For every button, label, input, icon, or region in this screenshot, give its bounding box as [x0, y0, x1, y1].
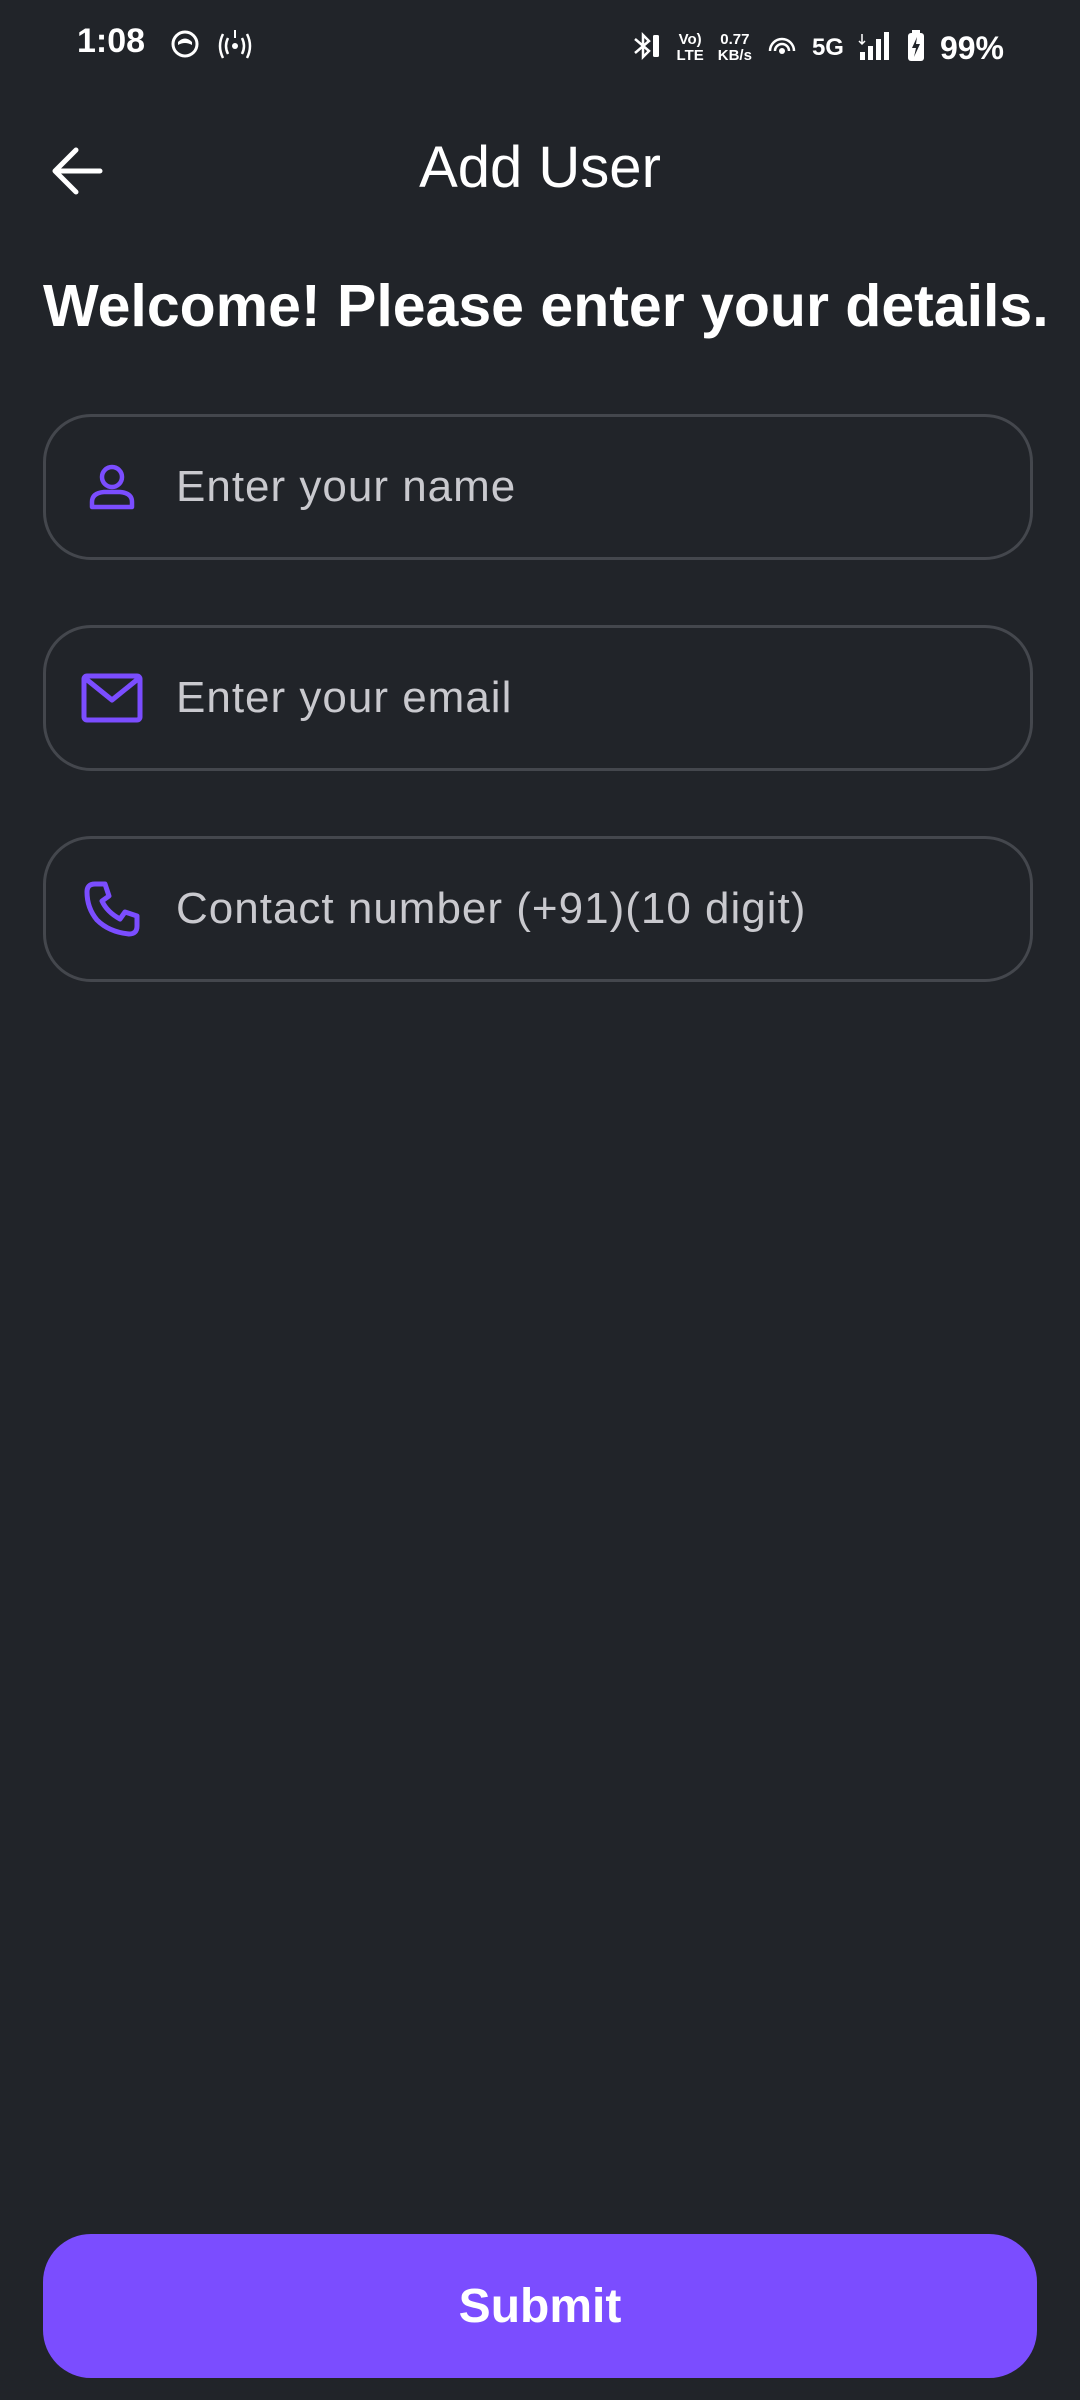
- email-input[interactable]: [176, 628, 1000, 768]
- app-notification-icon: [170, 29, 200, 64]
- network-speed: 0.77 KB/s: [718, 32, 752, 64]
- network-type: 5G: [811, 34, 844, 61]
- status-bar: 1:08 Vo) LTE 0.77 KB/s 5G 99%: [0, 0, 1080, 96]
- phone-icon: [80, 877, 144, 941]
- volte-top-text: Vo): [678, 31, 702, 48]
- status-left-icons: [170, 28, 254, 65]
- battery-percent: 99%: [939, 29, 1004, 66]
- app-bar: Add User: [0, 110, 1080, 230]
- status-right-icons: Vo) LTE 0.77 KB/s 5G 99%: [629, 24, 1004, 72]
- signal-icon: [858, 30, 892, 67]
- name-input[interactable]: [176, 417, 1000, 557]
- hotspot-icon: [216, 28, 254, 65]
- network-speed-value: 0.77: [720, 31, 750, 48]
- network-speed-unit: KB/s: [717, 47, 752, 64]
- phone-input[interactable]: [176, 839, 1000, 979]
- battery-charging-icon: [906, 29, 926, 68]
- welcome-heading: Welcome! Please enter your details.: [43, 273, 1049, 339]
- name-field[interactable]: [43, 414, 1033, 560]
- person-icon: [80, 455, 144, 519]
- volte-bottom-text: LTE: [676, 47, 704, 64]
- email-field[interactable]: [43, 625, 1033, 771]
- wifi-calling-icon: [766, 31, 798, 66]
- bluetooth-icon: [629, 29, 663, 68]
- submit-button[interactable]: Submit: [43, 2234, 1037, 2378]
- volte-indicator: Vo) LTE: [677, 32, 704, 64]
- status-time: 1:08: [77, 22, 146, 60]
- page-title: Add User: [419, 135, 661, 200]
- mail-icon: [80, 666, 144, 730]
- phone-field[interactable]: [43, 836, 1033, 982]
